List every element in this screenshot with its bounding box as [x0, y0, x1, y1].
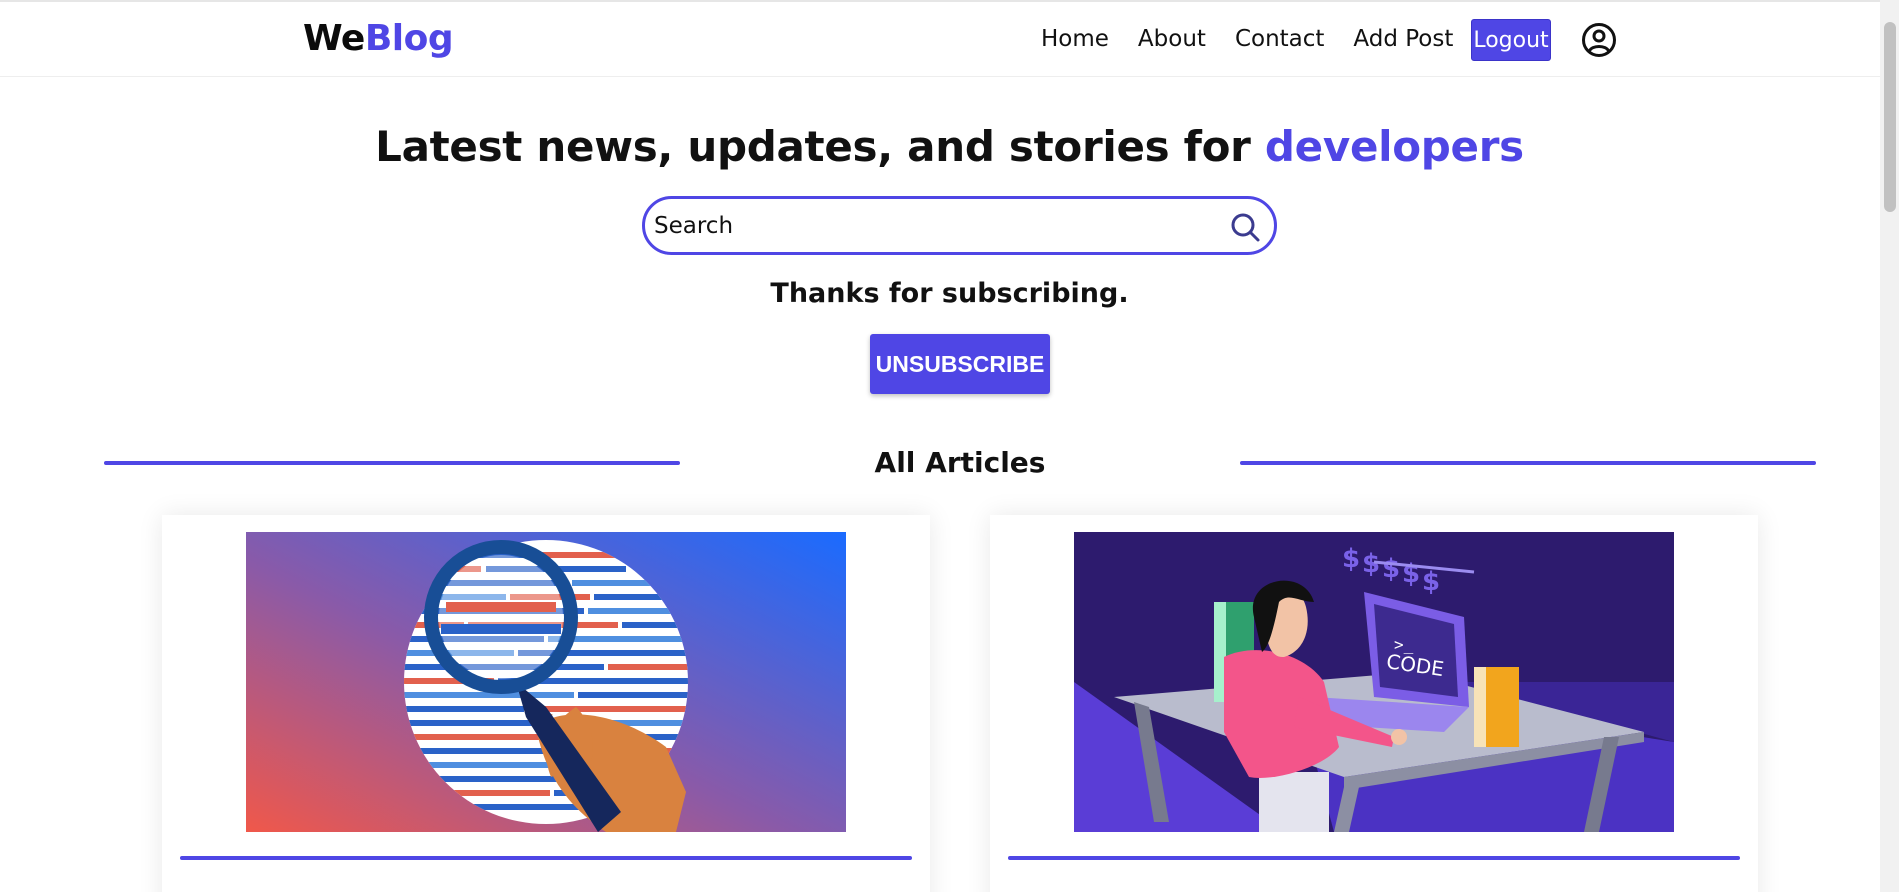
search-input[interactable]: [654, 207, 1214, 245]
subscription-message: Thanks for subscribing.: [770, 278, 1129, 309]
nav-link-contact[interactable]: Contact: [1235, 26, 1324, 52]
card-divider: [1008, 856, 1740, 860]
logout-button[interactable]: Logout: [1471, 19, 1551, 61]
svg-text:$: $: [1362, 549, 1380, 579]
search-icon[interactable]: [1229, 211, 1261, 243]
user-circle-icon[interactable]: [1581, 22, 1617, 58]
search-box: [642, 196, 1277, 255]
nav-link-home[interactable]: Home: [1041, 26, 1109, 52]
article-card[interactable]: $ $ $ $ $ >_ CODE: [990, 515, 1758, 892]
developer-laptop-code-illustration[interactable]: $ $ $ $ $ >_ CODE: [1074, 532, 1674, 832]
hero-title: Latest news, updates, and stories for de…: [0, 122, 1899, 171]
brand-logo-second: Blog: [364, 18, 454, 59]
section-divider-right: [1240, 461, 1816, 465]
page-scrollbar[interactable]: [1880, 0, 1899, 892]
svg-text:$: $: [1382, 554, 1400, 584]
brand-logo-first: We: [303, 18, 365, 59]
scrollbar-thumb[interactable]: [1884, 22, 1896, 212]
nav-link-about[interactable]: About: [1138, 26, 1206, 52]
navbar: WeBlog Home About Contact Add Post Logou…: [0, 2, 1880, 77]
svg-text:$: $: [1402, 559, 1420, 589]
nav-link-add-post[interactable]: Add Post: [1353, 26, 1453, 52]
hero-title-prefix: Latest news, updates, and stories for: [375, 122, 1265, 171]
svg-text:$: $: [1342, 544, 1360, 574]
nav-links: Home About Contact Add Post: [1041, 26, 1482, 52]
code-magnifier-illustration[interactable]: [246, 532, 846, 832]
card-divider: [180, 856, 912, 860]
article-card[interactable]: [162, 515, 930, 892]
unsubscribe-button[interactable]: UNSUBSCRIBE: [870, 334, 1050, 394]
hero-title-accent: developers: [1264, 122, 1524, 171]
brand-logo[interactable]: WeBlog: [303, 18, 454, 59]
svg-text:$: $: [1422, 567, 1440, 597]
